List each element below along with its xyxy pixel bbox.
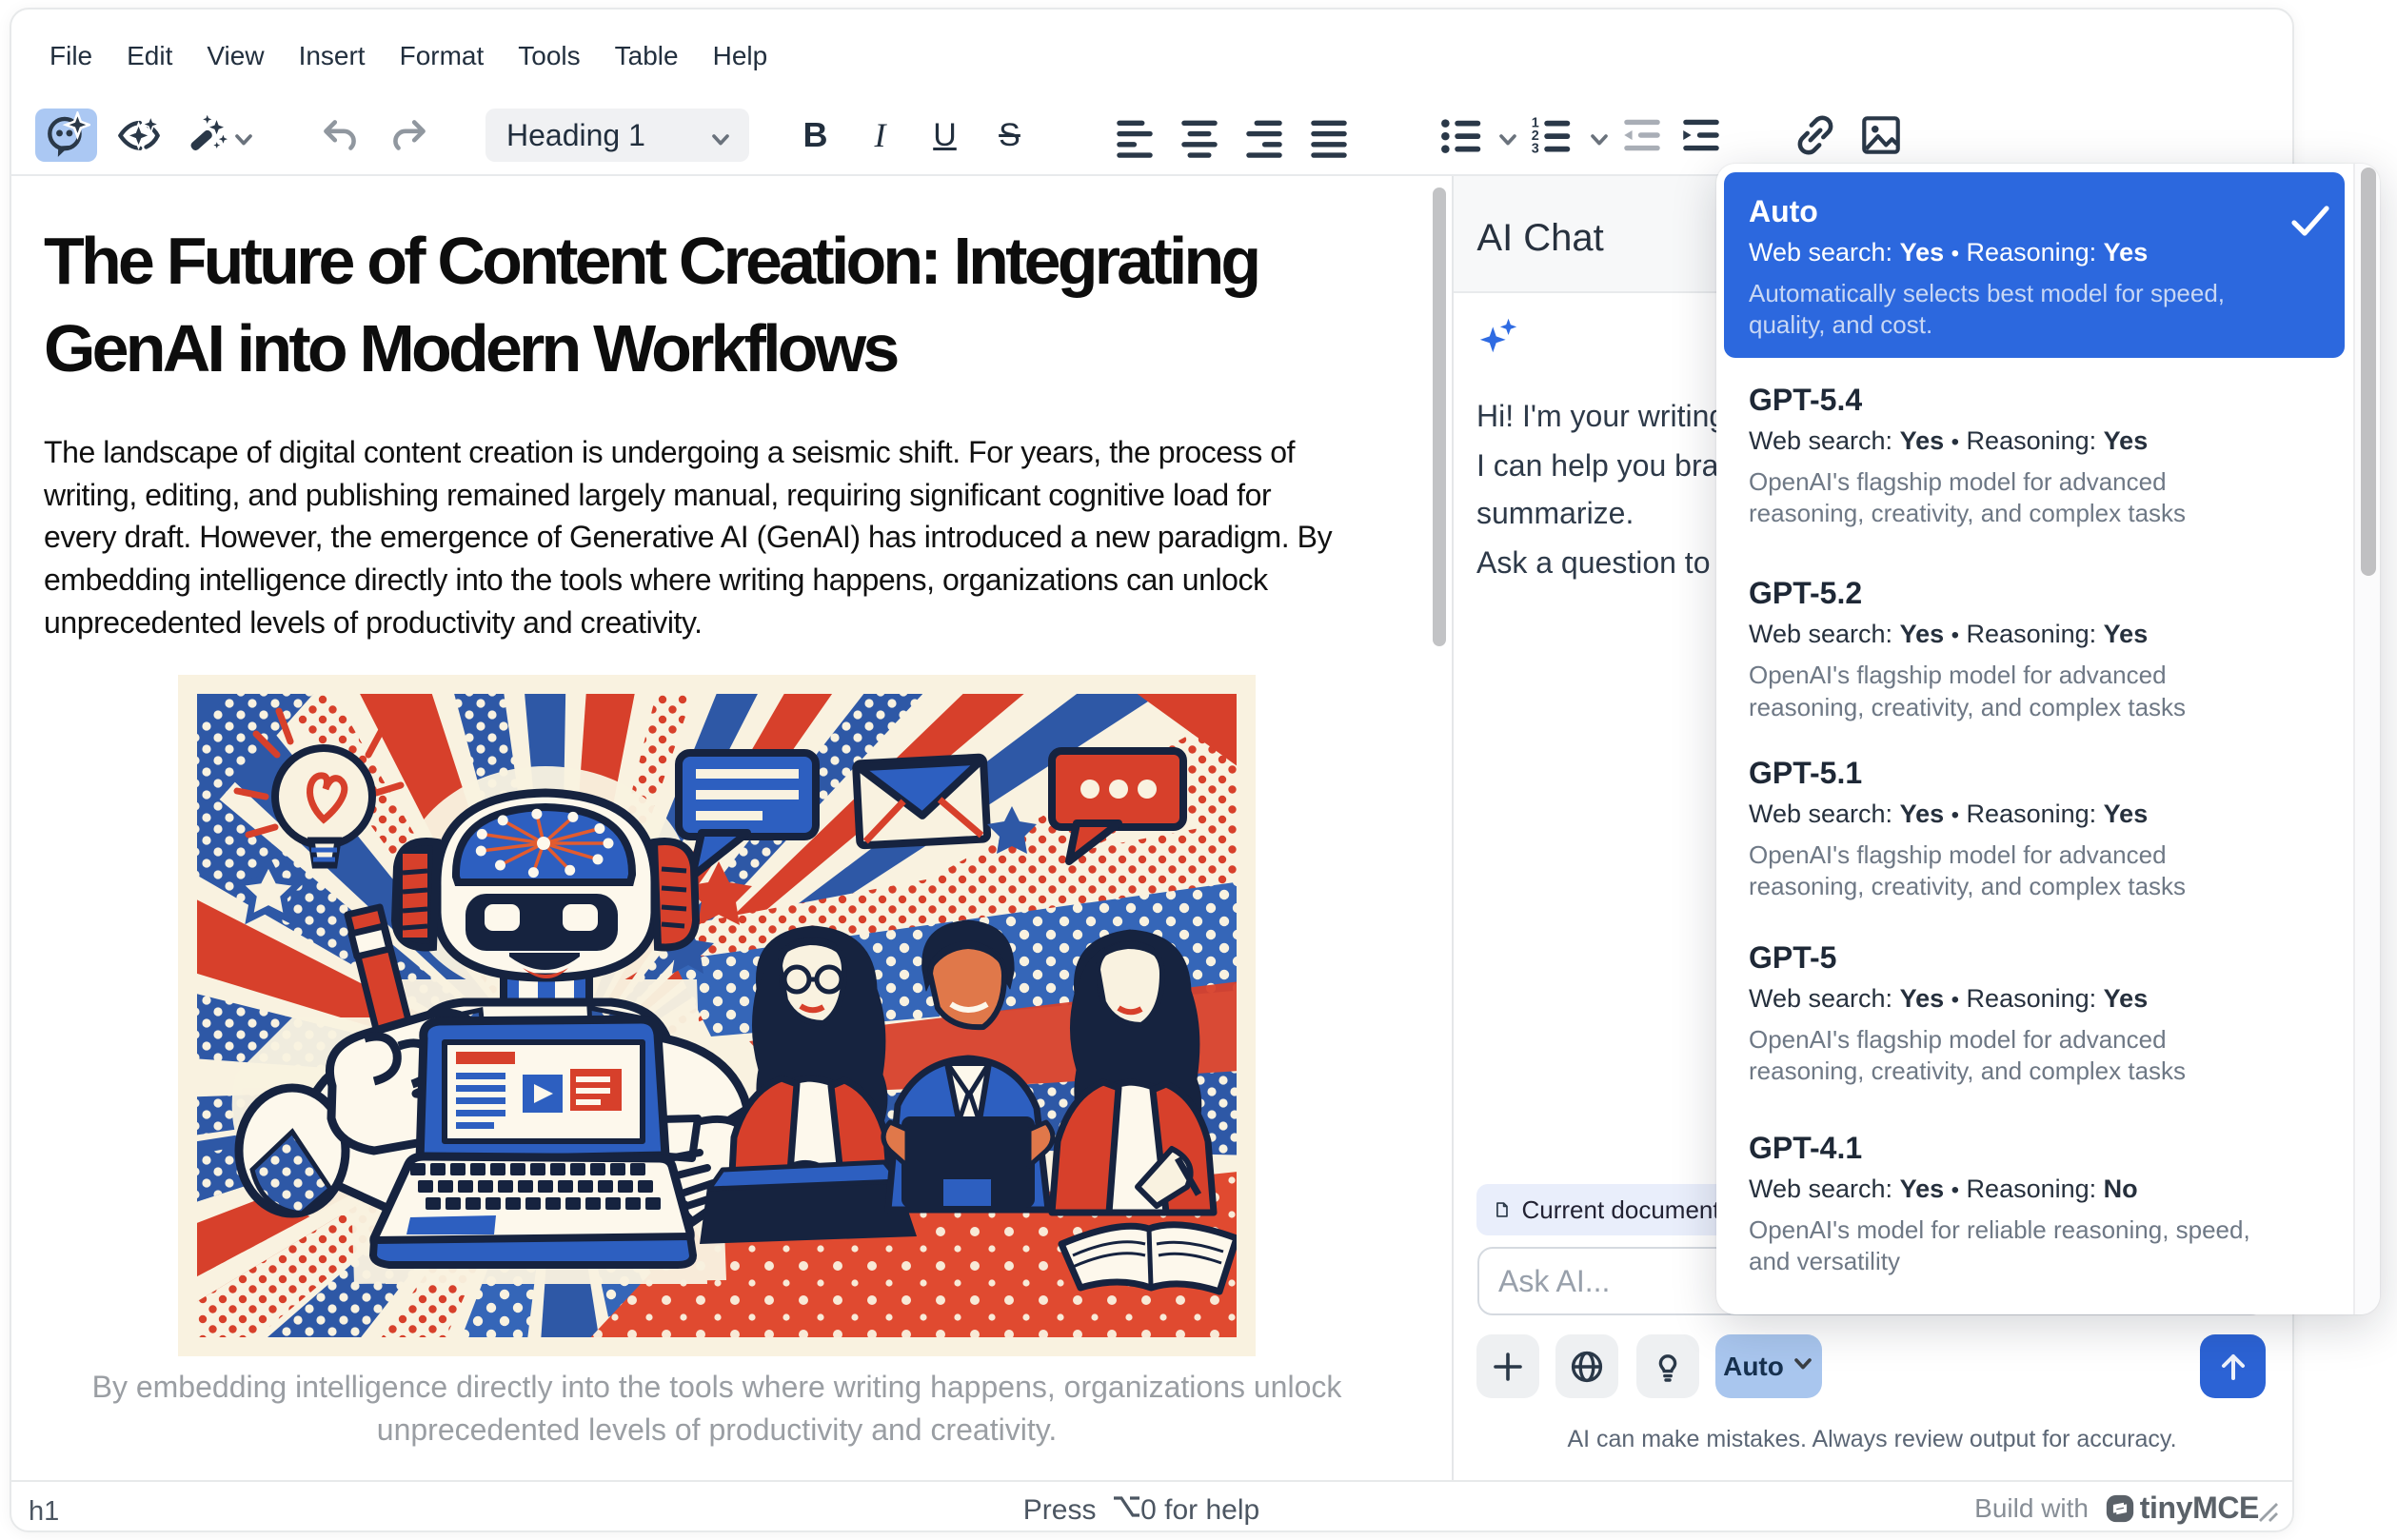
svg-text:3: 3 xyxy=(1531,141,1538,156)
